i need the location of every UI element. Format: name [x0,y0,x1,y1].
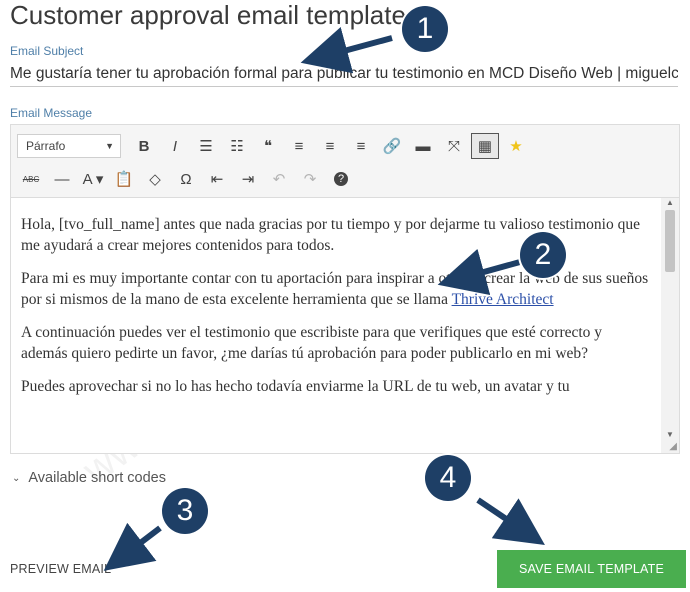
align-right-button[interactable]: ≡ [347,133,375,159]
align-left-icon: ≡ [294,137,304,155]
clear-formatting-button[interactable]: ◇ [141,166,169,192]
help-button[interactable]: ? [327,166,355,192]
chevron-down-icon: ▼ [105,141,114,151]
toolbar-toggle-icon: ▦ [477,138,493,155]
toolbar-row-1: Párrafo ▼ B I ☰ ☷ ❝ ≡ ≡ ≡ 🔗 ▬ ⤧ ▦ ★ [17,132,530,160]
toolbar-toggle-button[interactable]: ▦ [471,133,499,159]
resize-handle-icon[interactable]: ◢ [669,441,677,452]
star-button[interactable]: ★ [502,133,530,159]
bullet-list-icon: ☰ [199,138,213,155]
preview-email-link[interactable]: PREVIEW EMAIL [10,562,111,576]
blockquote-icon: ❝ [263,138,273,155]
format-select-value: Párrafo [26,139,66,153]
short-codes-toggle[interactable]: ⌄ Available short codes [12,470,166,486]
clear-formatting-icon: ◇ [149,171,161,188]
outdent-icon: ⇤ [210,171,224,188]
editor-scrollbar[interactable]: ▲ ▼ [661,198,679,453]
undo-icon: ↶ [272,171,286,188]
fullscreen-button[interactable]: ⤧ [440,133,468,159]
subject-input[interactable]: Me gustaría tener tu aprobación formal p… [10,62,678,87]
annotation-badge-2: 2 [520,232,566,278]
annotation-badge-1: 1 [402,6,448,52]
indent-button[interactable]: ⇥ [234,166,262,192]
special-character-button[interactable]: Ω [172,166,200,192]
editor-toolbar: Párrafo ▼ B I ☰ ☷ ❝ ≡ ≡ ≡ 🔗 ▬ ⤧ ▦ ★ ABC — A ▾ 📋 ◇ Ω ⇤ ⇥ ↶ ↷? [11,125,679,198]
annotation-badge-4: 4 [425,455,471,501]
strikethrough-button[interactable]: ABC [17,166,45,192]
read-more-button[interactable]: ▬ [409,133,437,159]
annotation-badge-3: 3 [162,488,208,534]
align-left-button[interactable]: ≡ [285,133,313,159]
bold-button[interactable]: B [130,133,158,159]
numbered-list-icon: ☷ [230,138,244,155]
editor-content[interactable]: Hola, [tvo_full_name] antes que nada gra… [11,198,661,453]
format-select[interactable]: Párrafo ▼ [17,134,121,158]
thrive-architect-link[interactable]: Thrive Architect [452,291,554,308]
italic-icon: I [172,137,178,155]
toolbar-row-2: ABC — A ▾ 📋 ◇ Ω ⇤ ⇥ ↶ ↷? [17,165,355,193]
outdent-button[interactable]: ⇤ [203,166,231,192]
redo-icon: ↷ [303,171,317,188]
read-more-icon: ▬ [415,137,431,155]
scroll-up-icon[interactable]: ▲ [661,198,679,207]
numbered-list-button[interactable]: ☷ [223,133,251,159]
blockquote-button[interactable]: ❝ [254,133,282,159]
message-paragraph: Puedes aprovechar si no lo has hecho tod… [21,378,570,395]
save-email-template-button[interactable]: SAVE EMAIL TEMPLATE [497,550,686,588]
message-editor[interactable]: Párrafo ▼ B I ☰ ☷ ❝ ≡ ≡ ≡ 🔗 ▬ ⤧ ▦ ★ ABC — A ▾ 📋 ◇ Ω ⇤ ⇥ ↶ ↷? … [10,124,680,454]
paste-text-icon: 📋 [114,171,134,188]
star-icon: ★ [509,138,523,155]
arrow-4 [476,497,545,546]
arrow-1 [300,27,393,74]
bold-icon: B [138,137,150,155]
paste-text-button[interactable]: 📋 [110,166,138,192]
align-center-icon: ≡ [325,137,335,155]
message-paragraph: A continuación puedes ver el testimonio … [21,324,603,362]
redo-button[interactable]: ↷ [296,166,324,192]
undo-button[interactable]: ↶ [265,166,293,192]
align-center-button[interactable]: ≡ [316,133,344,159]
arrow-3 [103,522,162,571]
text-color-button[interactable]: A ▾ [79,166,107,192]
scroll-thumb[interactable] [665,210,675,272]
align-right-icon: ≡ [356,137,366,155]
page-title: Customer approval email template [10,0,406,30]
special-character-icon: Ω [180,170,192,188]
strikethrough-icon: ABC [22,174,40,184]
italic-button[interactable]: I [161,133,189,159]
fullscreen-icon: ⤧ [447,137,460,155]
text-color-icon: A ▾ [82,171,104,188]
help-icon: ? [334,172,348,186]
subject-label: Email Subject [10,44,84,58]
horizontal-line-icon: — [54,170,70,188]
short-codes-label: Available short codes [28,470,166,486]
bullet-list-button[interactable]: ☰ [192,133,220,159]
indent-icon: ⇥ [241,171,255,188]
link-button[interactable]: 🔗 [378,133,406,159]
scroll-down-icon[interactable]: ▼ [661,430,679,439]
link-icon: 🔗 [382,138,402,155]
message-label: Email Message [10,106,93,120]
chevron-down-icon: ⌄ [12,472,21,484]
horizontal-line-button[interactable]: — [48,166,76,192]
